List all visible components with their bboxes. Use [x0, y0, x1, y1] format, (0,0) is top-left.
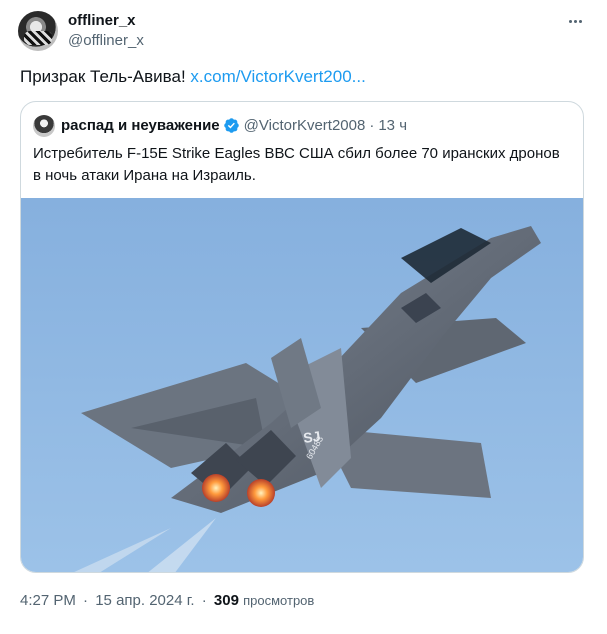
quoted-tweet[interactable]: распад и неуважение @VictorKvert2008 · 1…: [20, 101, 584, 573]
views-label: просмотров: [243, 593, 315, 608]
tweet-text-body: Призрак Тель-Авива!: [20, 67, 186, 86]
author-name[interactable]: offliner_x: [68, 12, 136, 29]
views-count[interactable]: 309: [214, 592, 239, 609]
tweet-time[interactable]: 4:27 PM: [20, 592, 76, 609]
quoted-timestamp[interactable]: 13 ч: [378, 117, 407, 134]
more-horizontal-icon: [568, 19, 572, 23]
quoted-author-avatar[interactable]: [33, 115, 55, 137]
quoted-author-handle[interactable]: @VictorKvert2008: [244, 117, 366, 134]
fighter-jet-photo[interactable]: SJ 60483: [21, 198, 583, 572]
separator-dot: ·: [201, 592, 207, 609]
separator-dot: ·: [83, 592, 89, 609]
author-handle[interactable]: @offliner_x: [68, 32, 144, 49]
verified-badge-icon: [223, 118, 239, 133]
tweet-date[interactable]: 15 апр. 2024 г.: [95, 592, 194, 609]
quoted-author-name[interactable]: распад и неуважение: [61, 117, 220, 134]
tweet-text: Призрак Тель-Авива! x.com/VictorKvert200…: [20, 66, 366, 88]
tweet-link[interactable]: x.com/VictorKvert200...: [190, 67, 365, 86]
quoted-header: распад и неуважение @VictorKvert2008 · 1…: [61, 117, 407, 134]
more-options-button[interactable]: [564, 10, 586, 32]
author-avatar[interactable]: [18, 11, 58, 51]
separator-dot: ·: [369, 117, 375, 134]
tweet-meta: 4:27 PM · 15 апр. 2024 г. · 309 просмотр…: [20, 592, 314, 609]
quoted-text: Истребитель F-15E Strike Eagles ВВС США …: [33, 145, 560, 184]
tweet: offliner_x @offliner_x Призрак Тель-Авив…: [0, 0, 607, 634]
